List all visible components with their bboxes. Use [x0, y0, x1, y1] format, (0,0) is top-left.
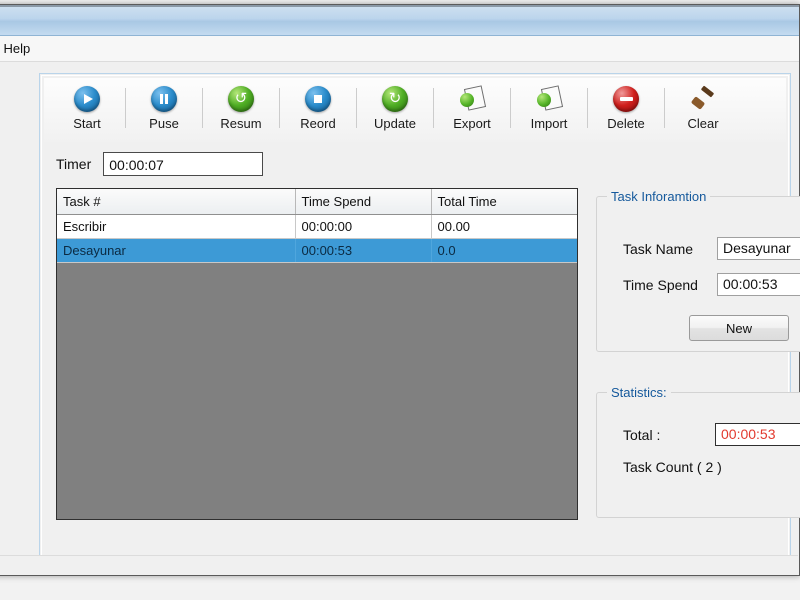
clear-button-label: Clear: [687, 116, 719, 131]
play-circle-icon: [52, 84, 122, 114]
task-name-label: Task Name: [623, 240, 694, 257]
import-page-icon: [514, 84, 584, 114]
table-header-row: Task # Time Spend Total Time: [57, 189, 577, 215]
total-label: Total :: [623, 426, 661, 443]
timer-label: Timer: [56, 156, 92, 172]
cell-total-time: 0.0: [431, 238, 577, 263]
task-information-caption: Task Inforamtion: [607, 189, 711, 204]
clear-button[interactable]: Clear: [668, 84, 738, 131]
pause-button-label: Puse: [149, 116, 179, 131]
export-page-icon: [437, 84, 507, 114]
start-button-label: Start: [73, 116, 101, 131]
time-spend-input[interactable]: 00:00:53: [717, 273, 800, 296]
task-buttons-row: New Update: [689, 315, 800, 341]
delete-circle-icon: [591, 84, 661, 114]
delete-button[interactable]: Delete: [591, 84, 661, 131]
update-button-label: Update: [374, 116, 416, 131]
pause-button[interactable]: Puse: [129, 84, 199, 131]
update-circle-icon: ↻: [360, 84, 430, 114]
task-name-input[interactable]: Desayunar: [717, 237, 800, 260]
status-bar: [0, 555, 798, 574]
application-window: time s Help Start Puse: [0, 4, 800, 576]
table-row[interactable]: Escribir 00:00:00 00.00: [57, 214, 577, 239]
menu-item-help[interactable]: Help: [0, 38, 40, 59]
stop-circle-icon: [283, 84, 353, 114]
time-spend-label: Time Spend: [623, 276, 698, 293]
broom-icon: [668, 84, 738, 114]
record-button[interactable]: Reord: [283, 84, 353, 131]
table-row[interactable]: Desayunar 00:00:53 0.0: [57, 238, 577, 263]
cell-task: Escribir: [57, 214, 296, 239]
export-button-label: Export: [453, 116, 491, 131]
task-count-row: Task Count ( 2 ): [623, 459, 722, 475]
total-row: Total : 00:00:53: [623, 423, 800, 446]
toolbar-separator: [202, 88, 203, 128]
update-button[interactable]: ↻ Update: [360, 84, 430, 131]
import-button[interactable]: Import: [514, 84, 584, 131]
column-header-time-spend[interactable]: Time Spend: [295, 189, 432, 215]
delete-button-label: Delete: [607, 116, 645, 131]
timer-row: Timer 00:00:07: [56, 152, 264, 176]
toolbar-separator: [510, 88, 511, 128]
title-bar-top-edge: [0, 5, 799, 7]
toolbar-separator: [279, 88, 280, 128]
record-button-label: Reord: [300, 116, 336, 131]
refresh-circle-icon: ↺: [206, 84, 276, 114]
menu-bar: s Help: [0, 36, 799, 62]
task-information-group: Task Inforamtion Task Name Desayunar Tim…: [596, 189, 800, 352]
column-header-task[interactable]: Task #: [57, 189, 296, 215]
toolbar-separator: [356, 88, 357, 128]
total-value-input[interactable]: 00:00:53: [715, 423, 800, 446]
title-bar[interactable]: time: [0, 5, 799, 36]
pause-circle-icon: [129, 84, 199, 114]
toolbar-separator: [587, 88, 588, 128]
toolbar-separator: [664, 88, 665, 128]
cell-time-spend: 00:00:00: [295, 214, 432, 239]
statistics-caption: Statistics:: [607, 385, 671, 400]
client-panel: Start Puse ↺ Resum Reord ↻ Update Export…: [39, 73, 800, 559]
new-button[interactable]: New: [689, 315, 789, 341]
task-table: Task # Time Spend Total Time Escribir 00…: [57, 189, 577, 263]
start-button[interactable]: Start: [52, 84, 122, 131]
task-name-row: Task Name Desayunar: [623, 237, 800, 260]
timer-input[interactable]: 00:00:07: [103, 152, 264, 176]
client-inner: Start Puse ↺ Resum Reord ↻ Update Export…: [41, 75, 800, 557]
toolbar: Start Puse ↺ Resum Reord ↻ Update Export…: [44, 78, 786, 142]
time-spend-row: Time Spend 00:00:53: [623, 273, 800, 296]
import-button-label: Import: [530, 116, 568, 131]
resume-button-label: Resum: [220, 116, 262, 131]
export-button[interactable]: Export: [437, 84, 507, 131]
toolbar-separator: [433, 88, 434, 128]
cell-total-time: 00.00: [431, 214, 577, 239]
task-grid[interactable]: Task # Time Spend Total Time Escribir 00…: [56, 188, 578, 520]
column-header-total-time[interactable]: Total Time: [431, 189, 577, 215]
resume-button[interactable]: ↺ Resum: [206, 84, 276, 131]
toolbar-separator: [125, 88, 126, 128]
statistics-group: Statistics: Total : 00:00:53 Task Count …: [596, 385, 800, 518]
task-count-label: Task Count ( 2 ): [623, 459, 722, 475]
cell-time-spend: 00:00:53: [295, 238, 432, 263]
cell-task: Desayunar: [57, 238, 296, 263]
